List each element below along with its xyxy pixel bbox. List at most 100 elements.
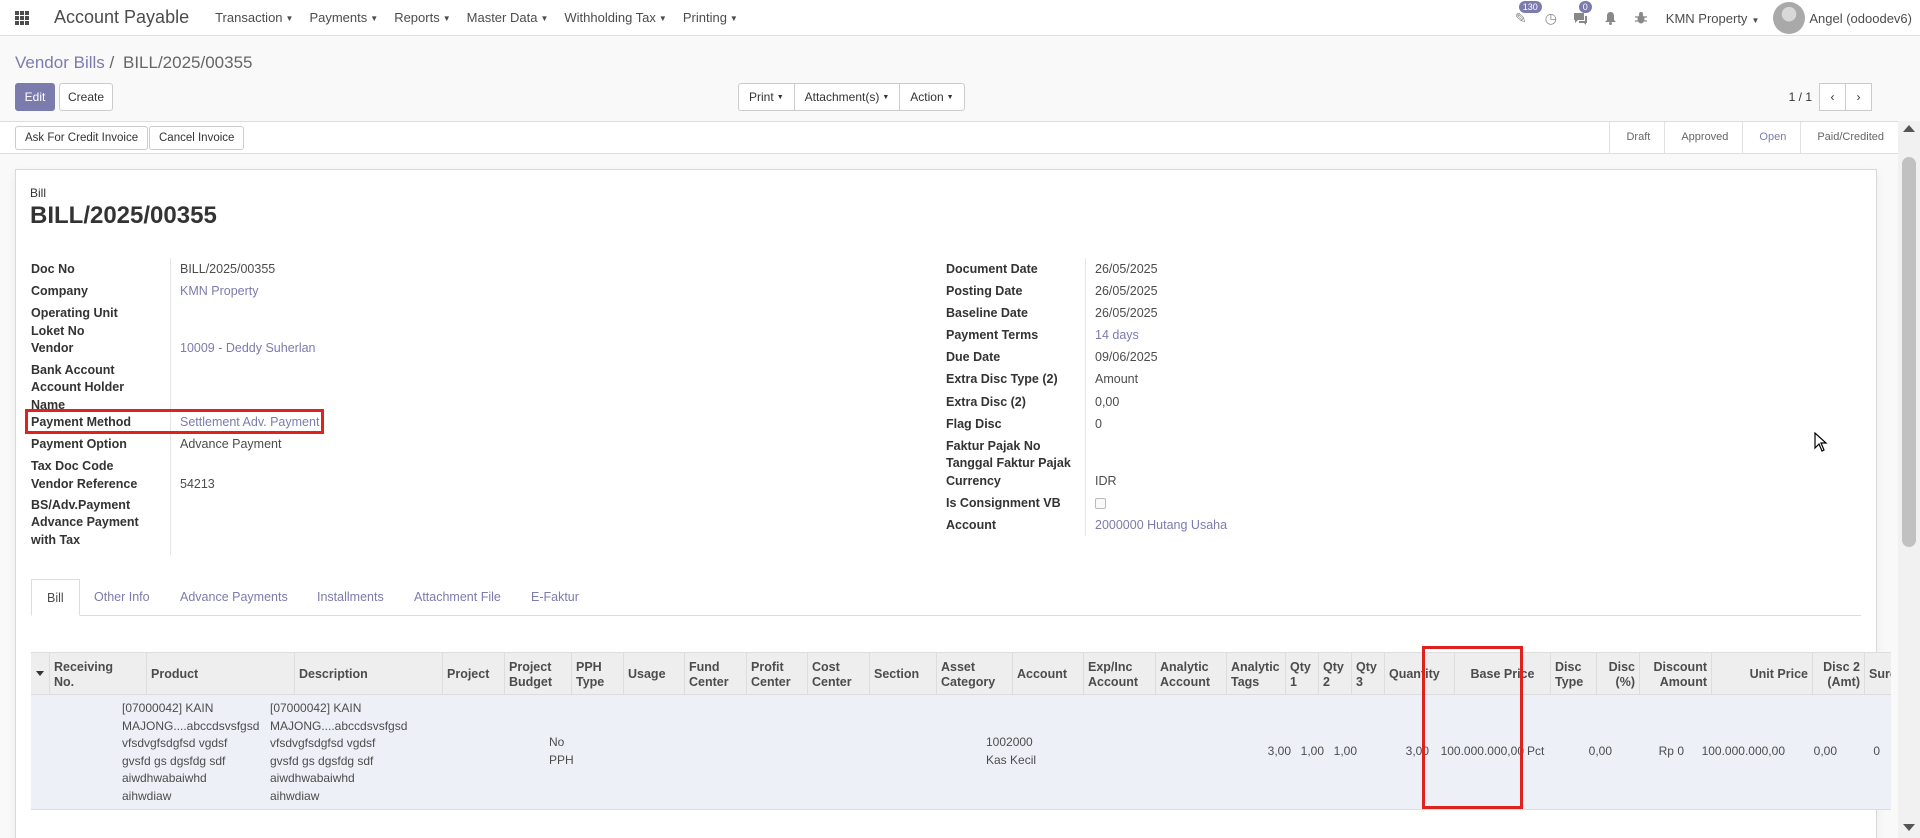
stage-draft[interactable]: Draft	[1609, 122, 1664, 153]
cell-disc-pct[interactable]: 0,00	[1572, 743, 1612, 761]
stage-approved[interactable]: Approved	[1664, 122, 1742, 153]
action-dropdown[interactable]: Action ▼	[899, 83, 965, 111]
menu-withholding-tax[interactable]: Withholding Tax ▼	[556, 10, 674, 25]
breadcrumb-vendor-bills[interactable]: Vendor Bills	[15, 53, 105, 72]
col-surcharge[interactable]: Surcharge	[1864, 653, 1891, 696]
col-receiving-no[interactable]: Receiving No.	[49, 653, 146, 696]
ask-credit-invoice-button[interactable]: Ask For Credit Invoice	[15, 126, 149, 150]
col-description[interactable]: Description	[294, 653, 442, 696]
cell-product[interactable]: [07000042] KAIN MAJONG....abccdsvsfgsd vfs…	[122, 700, 267, 805]
cell-qty-3[interactable]: 1,00	[1326, 743, 1357, 761]
user-avatar[interactable]	[1773, 2, 1806, 34]
attachments-dropdown[interactable]: Attachment(s) ▼	[793, 83, 901, 111]
clock-icon[interactable]: ◷	[1536, 0, 1566, 36]
cell-qty-1[interactable]: 3,00	[1260, 743, 1291, 761]
pager-previous-button[interactable]: ‹	[1819, 83, 1846, 111]
payment-option-value: Advance Payment	[180, 437, 282, 451]
col-pph-type[interactable]: PPH Type	[571, 653, 623, 696]
payment-option-label: Payment Option	[31, 437, 127, 451]
company-switcher[interactable]: KMN Property ▼	[1666, 11, 1760, 26]
col-profit-center[interactable]: Profit Center	[746, 653, 807, 696]
menu-reports[interactable]: Reports ▼	[386, 10, 458, 25]
vertical-scrollbar[interactable]	[1898, 121, 1920, 838]
cell-surcharge[interactable]: 0	[1841, 743, 1880, 761]
col-disc-type[interactable]: Disc Type	[1550, 653, 1596, 696]
col-analytic-tags[interactable]: Analytic Tags	[1226, 653, 1285, 696]
col-disc-2-amt[interactable]: Disc 2 (Amt)	[1812, 653, 1864, 696]
cell-disc-type[interactable]: Pct	[1527, 743, 1567, 761]
col-account[interactable]: Account	[1012, 653, 1083, 696]
col-asset-category[interactable]: Asset Category	[936, 653, 1012, 696]
posting-date-label: Posting Date	[946, 284, 1023, 298]
edit-button[interactable]: Edit	[15, 83, 55, 111]
col-project-budget[interactable]: Project Budget	[504, 653, 571, 696]
user-menu[interactable]: Angel (odoodev6)	[1809, 11, 1912, 26]
col-section[interactable]: Section	[869, 653, 936, 696]
pager-value[interactable]: 1 / 1	[1789, 90, 1812, 104]
col-unit-price[interactable]: Unit Price	[1711, 653, 1812, 696]
col-qty-2[interactable]: Qty 2	[1318, 653, 1351, 696]
col-qty-1[interactable]: Qty 1	[1285, 653, 1318, 696]
menu-master-data[interactable]: Master Data ▼	[459, 10, 557, 25]
col-project[interactable]: Project	[442, 653, 504, 696]
col-usage[interactable]: Usage	[623, 653, 684, 696]
pager-next-button[interactable]: ›	[1845, 83, 1872, 111]
print-dropdown[interactable]: Print ▼	[738, 83, 795, 111]
bug-icon[interactable]	[1626, 0, 1656, 36]
flag-disc-label: Flag Disc	[946, 417, 1002, 431]
app-title: Account Payable	[54, 7, 190, 27]
cancel-invoice-button[interactable]: Cancel Invoice	[149, 126, 245, 150]
stage-open[interactable]: Open	[1742, 122, 1800, 153]
cell-account[interactable]: 1002000 Kas Kecil	[986, 734, 1056, 769]
create-button[interactable]: Create	[59, 83, 113, 111]
payment-method-highlight-box	[25, 409, 324, 434]
cell-pph-type[interactable]: No PPH	[549, 734, 589, 769]
vendor-reference-value: 54213	[180, 477, 215, 491]
bank-account-label: Bank Account	[31, 363, 115, 377]
sort-caret-icon[interactable]	[36, 671, 44, 676]
col-discount-amount[interactable]: Discount Amount	[1639, 653, 1711, 696]
company-link[interactable]: KMN Property	[180, 284, 259, 298]
tab-other-info[interactable]: Other Info	[92, 579, 152, 616]
bell-icon[interactable]	[1596, 0, 1626, 36]
pager: 1 / 1 ‹ ›	[1789, 83, 1872, 111]
scrollbar-thumb[interactable]	[1902, 157, 1916, 547]
col-product[interactable]: Product	[146, 653, 294, 696]
col-fund-center[interactable]: Fund Center	[684, 653, 746, 696]
cell-disc-2-amt[interactable]: 0,00	[1787, 743, 1837, 761]
tax-doc-code-label: Tax Doc Code	[31, 459, 114, 473]
cell-qty-2[interactable]: 1,00	[1293, 743, 1324, 761]
table-row[interactable]: [07000042] KAIN MAJONG....abccdsvsfgsd vfs…	[31, 695, 1891, 810]
menu-transaction[interactable]: Transaction ▼	[207, 10, 301, 25]
messages-icon[interactable]: 0	[1566, 0, 1596, 36]
tab-attachment-file[interactable]: Attachment File	[412, 579, 503, 616]
cell-quantity[interactable]: 3,00	[1361, 743, 1429, 761]
cell-unit-price[interactable]: 100.000.000,00	[1686, 743, 1785, 761]
stage-paid-credited[interactable]: Paid/Credited	[1800, 122, 1898, 153]
breadcrumb-separator: /	[109, 53, 115, 72]
col-cost-center[interactable]: Cost Center	[807, 653, 869, 696]
tab-bill[interactable]: Bill	[31, 579, 80, 616]
menu-printing[interactable]: Printing ▼	[675, 10, 746, 25]
col-exp-inc-account[interactable]: Exp/Inc Account	[1083, 653, 1155, 696]
activity-edit-icon[interactable]: ✎ 130	[1506, 0, 1542, 36]
apps-menu-icon[interactable]	[0, 0, 44, 36]
consignment-vb-checkbox[interactable]	[1095, 498, 1106, 509]
cell-discount-amount[interactable]: Rp 0	[1615, 743, 1684, 761]
advance-payment-tax-label: Advance Payment	[31, 515, 139, 529]
account-link[interactable]: 2000000 Hutang Usaha	[1095, 518, 1227, 532]
col-qty-3[interactable]: Qty 3	[1351, 653, 1384, 696]
tab-installments[interactable]: Installments	[315, 579, 386, 616]
col-analytic-account[interactable]: Analytic Account	[1155, 653, 1226, 696]
col-disc-pct[interactable]: Disc (%)	[1596, 653, 1639, 696]
document-date-value: 26/05/2025	[1095, 262, 1158, 276]
scroll-down-icon[interactable]	[1903, 824, 1915, 831]
cell-description[interactable]: [07000042] KAIN MAJONG....abccdsvsfgsd vfs…	[270, 700, 415, 805]
vendor-link[interactable]: 10009 - Deddy Suherlan	[180, 341, 316, 355]
menu-payments[interactable]: Payments ▼	[301, 10, 386, 25]
scroll-up-icon[interactable]	[1903, 125, 1915, 132]
tab-advance-payments[interactable]: Advance Payments	[178, 579, 290, 616]
with-tax-label: with Tax	[31, 533, 81, 547]
tab-e-faktur[interactable]: E-Faktur	[529, 579, 581, 616]
payment-terms-link[interactable]: 14 days	[1095, 328, 1139, 342]
